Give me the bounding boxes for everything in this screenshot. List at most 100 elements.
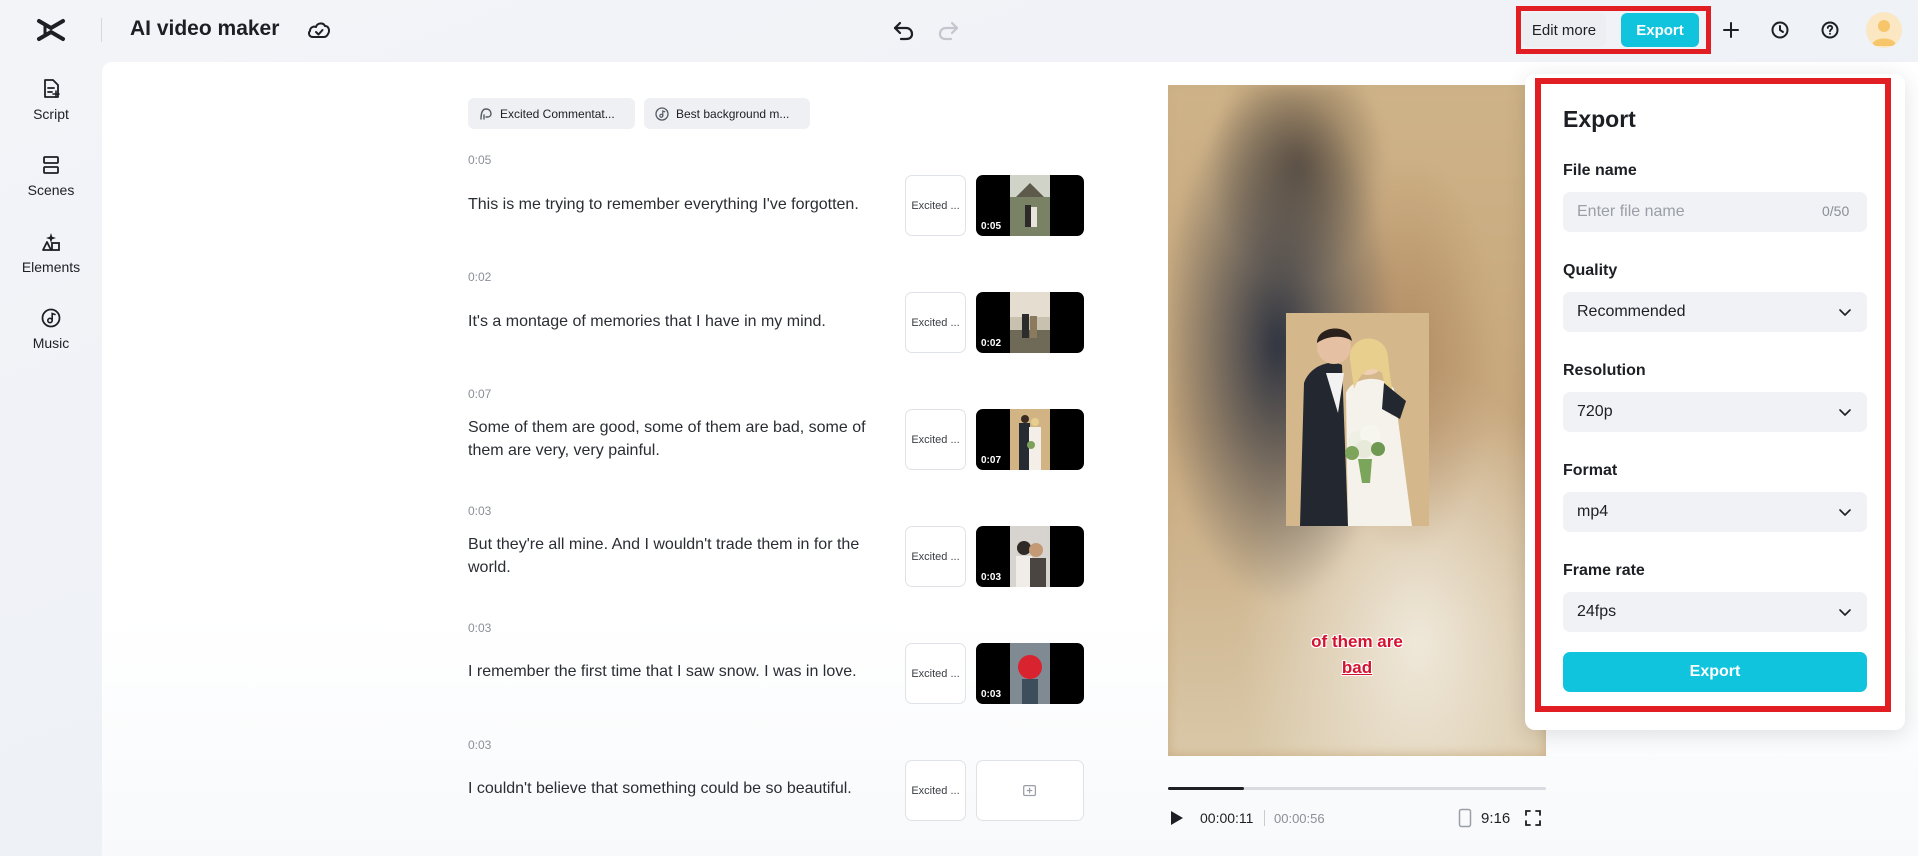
export-button[interactable]: Export <box>1621 13 1699 47</box>
sidebar-item-script[interactable]: Script <box>0 77 102 139</box>
user-icon <box>1872 20 1896 46</box>
caption-line-1: of them are <box>1311 632 1403 651</box>
scene-text[interactable]: I couldn't believe that something could … <box>468 777 888 800</box>
caption-line-2: bad <box>1341 658 1373 677</box>
music-chip[interactable]: Best background m... <box>644 98 810 129</box>
add-media-icon <box>1023 784 1037 796</box>
scene-text[interactable]: This is me trying to remember everything… <box>468 193 888 216</box>
voice-chip[interactable]: Excited Commentat... <box>468 98 635 129</box>
scene-thumbnail[interactable]: 0:05 <box>976 175 1084 236</box>
quality-label: Quality <box>1563 262 1618 279</box>
sidebar-item-scenes[interactable]: Scenes <box>0 153 102 215</box>
music-icon <box>41 308 61 328</box>
export-panel-title: Export <box>1563 106 1636 132</box>
sidebar-item-label: Elements <box>21 259 81 275</box>
voice-chip-label: Excited Commentat... <box>500 106 615 121</box>
top-bar: AI video maker Edit more Export <box>0 0 1918 60</box>
undo-icon[interactable] <box>891 17 917 43</box>
quality-select[interactable]: Recommended <box>1563 292 1867 332</box>
scene-text[interactable]: But they're all mine. And I wouldn't tra… <box>468 533 888 579</box>
sidebar-item-label: Script <box>33 106 69 122</box>
chevron-down-icon <box>1839 609 1851 616</box>
scene-voice-button[interactable]: Excited ... <box>905 409 966 470</box>
voice-icon <box>480 107 492 120</box>
elements-icon <box>42 233 60 251</box>
scene-thumbnail[interactable]: 0:07 <box>976 409 1084 470</box>
frame-rate-select[interactable]: 24fps <box>1563 592 1867 632</box>
scene-thumbnail[interactable]: 0:03 <box>976 526 1084 587</box>
scene-duration: 0:03 <box>981 689 1002 700</box>
format-value: mp4 <box>1577 503 1609 520</box>
avatar[interactable] <box>1866 12 1902 48</box>
sidebar-item-label: Music <box>32 335 70 351</box>
resolution-label: Resolution <box>1563 362 1646 379</box>
edit-more-button[interactable]: Edit more <box>1522 13 1606 47</box>
fullscreen-icon[interactable] <box>1524 809 1542 827</box>
scene-time: 0:02 <box>468 270 492 284</box>
sidebar-item-label: Scenes <box>27 182 75 198</box>
time-separator <box>1264 810 1265 826</box>
format-select[interactable]: mp4 <box>1563 492 1867 532</box>
scene-time: 0:07 <box>468 387 492 401</box>
music-note-icon <box>655 106 669 121</box>
frame-rate-value: 24fps <box>1577 603 1617 620</box>
playback-progress-bar[interactable] <box>1168 787 1546 790</box>
file-name-label: File name <box>1563 162 1637 179</box>
add-media-slot[interactable] <box>976 760 1084 821</box>
chevron-down-icon <box>1839 509 1851 516</box>
help-icon[interactable] <box>1817 17 1843 43</box>
chevron-down-icon <box>1839 309 1851 316</box>
history-icon[interactable] <box>1767 17 1793 43</box>
playback-progress-fill <box>1168 787 1244 790</box>
scene-thumbnail[interactable]: 0:03 <box>976 643 1084 704</box>
scene-time: 0:03 <box>468 504 492 518</box>
current-time: 00:00:11 <box>1200 810 1254 826</box>
scenes-icon <box>43 156 59 174</box>
scene-voice-button[interactable]: Excited ... <box>905 526 966 587</box>
wedding-couple-image <box>1286 313 1429 526</box>
scene-time: 0:05 <box>468 153 492 167</box>
scene-image <box>1010 409 1050 470</box>
scene-duration: 0:07 <box>981 455 1002 466</box>
scene-voice-button[interactable]: Excited ... <box>905 643 966 704</box>
aspect-ratio-icon[interactable] <box>1458 808 1472 828</box>
scene-duration: 0:03 <box>981 572 1002 583</box>
resolution-select[interactable]: 720p <box>1563 392 1867 432</box>
scene-duration: 0:02 <box>981 338 1002 349</box>
cloud-sync-icon[interactable] <box>306 18 332 42</box>
sidebar-item-music[interactable]: Music <box>0 306 102 368</box>
sidebar-item-elements[interactable]: Elements <box>0 230 102 292</box>
resolution-value: 720p <box>1577 403 1613 420</box>
plus-icon[interactable] <box>1718 17 1744 43</box>
scene-image <box>1010 292 1050 353</box>
quality-value: Recommended <box>1577 303 1686 320</box>
scene-time: 0:03 <box>468 621 492 635</box>
aspect-ratio-label[interactable]: 9:16 <box>1481 810 1510 827</box>
scene-text[interactable]: It's a montage of memories that I have i… <box>468 310 888 333</box>
total-time: 00:00:56 <box>1274 811 1325 826</box>
redo-icon[interactable] <box>935 17 961 43</box>
scene-voice-button[interactable]: Excited ... <box>905 760 966 821</box>
music-chip-label: Best background m... <box>676 106 790 121</box>
scene-image <box>1010 526 1050 587</box>
export-confirm-button[interactable]: Export <box>1563 652 1867 692</box>
scene-voice-button[interactable]: Excited ... <box>905 175 966 236</box>
video-preview[interactable]: of them are bad <box>1168 85 1546 756</box>
script-icon <box>44 79 60 98</box>
header-divider <box>101 18 102 42</box>
scene-time: 0:03 <box>468 738 492 752</box>
frame-rate-label: Frame rate <box>1563 562 1645 579</box>
scene-text[interactable]: I remember the first time that I saw sno… <box>468 660 888 683</box>
format-label: Format <box>1563 462 1618 479</box>
scene-text[interactable]: Some of them are good, some of them are … <box>468 416 888 462</box>
capcut-logo-icon[interactable] <box>36 16 66 44</box>
scene-voice-button[interactable]: Excited ... <box>905 292 966 353</box>
scene-duration: 0:05 <box>981 221 1002 232</box>
scene-image <box>1010 175 1050 236</box>
file-name-char-count: 0/50 <box>1822 203 1850 219</box>
scene-image <box>1010 643 1050 704</box>
app-title: AI video maker <box>130 17 280 40</box>
chevron-down-icon <box>1839 409 1851 416</box>
scene-thumbnail[interactable]: 0:02 <box>976 292 1084 353</box>
play-icon[interactable] <box>1168 808 1186 828</box>
